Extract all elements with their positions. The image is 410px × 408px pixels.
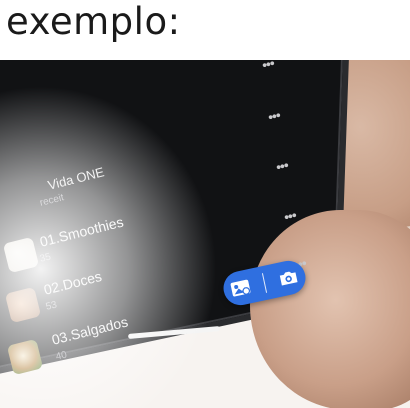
photo-scene: ••• ••• ••• ••• ••• Vida ONE receit 01.S… [0, 60, 410, 408]
gallery-icon[interactable] [229, 278, 252, 298]
list-item-count: 40 [54, 349, 69, 363]
hand-thumb [250, 210, 410, 408]
caption-text: exemplo: [6, 0, 181, 43]
fab-divider [261, 273, 268, 293]
camera-icon[interactable] [277, 268, 300, 288]
